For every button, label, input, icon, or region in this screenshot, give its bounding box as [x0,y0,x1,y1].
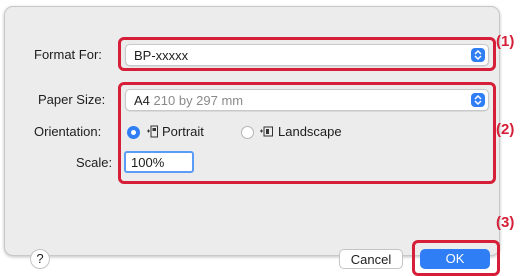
scale-label: Scale: [76,155,113,170]
orientation-label: Orientation: [34,124,102,139]
callout-3: (3) [496,214,515,231]
cancel-button[interactable]: Cancel [339,249,403,269]
highlight-box-1 [118,37,496,71]
highlight-box-2 [118,82,496,184]
help-button[interactable]: ? [30,249,50,269]
paper-size-label: Paper Size: [38,92,106,107]
callout-1: (1) [496,33,515,50]
callout-2: (2) [496,121,515,138]
format-for-label: Format For: [34,47,102,62]
highlight-box-3 [412,240,500,276]
